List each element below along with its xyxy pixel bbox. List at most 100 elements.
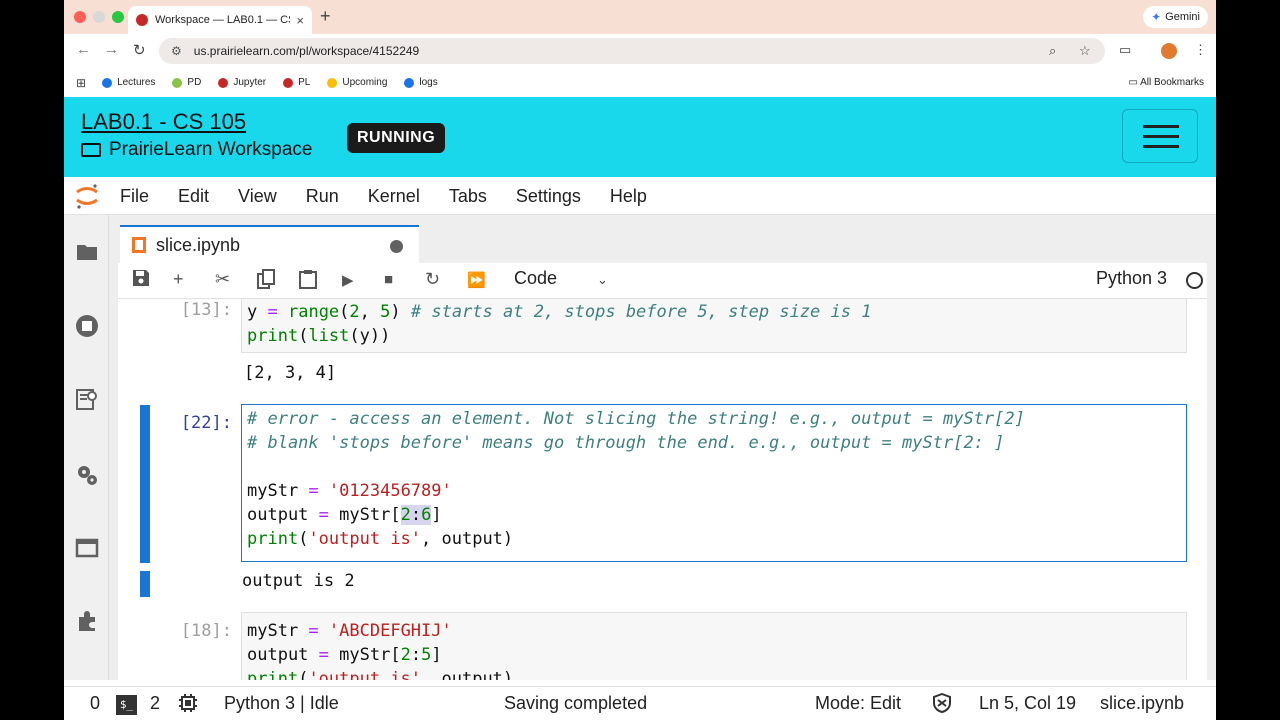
copy-icon[interactable] [257, 269, 275, 294]
run-icon[interactable]: ▶ [342, 271, 354, 289]
cast-icon[interactable]: ▭ [1119, 42, 1131, 58]
workspace-subtitle-text: PrairieLearn Workspace [109, 139, 313, 160]
reload-icon[interactable]: ↻ [133, 41, 146, 59]
bookmark-label: logs [419, 77, 438, 88]
notebook-file-tab[interactable]: slice.ipynb [120, 225, 419, 263]
notebook-toolbar: + ✂ ▶ ■ ↻ ⏩ Code ⌄ Python 3 [118, 263, 1207, 299]
cell-type-value: Code [514, 268, 558, 288]
document-area: slice.ipynb + ✂ ▶ ■ ↻ ⏩ Code ⌄ Python 3 … [109, 215, 1216, 680]
code-editor[interactable]: myStr = 'ABCDEFGHIJ' output = myStr[2:5]… [241, 612, 1187, 680]
tab-close-icon[interactable]: × [296, 13, 304, 28]
trust-shield-icon[interactable] [932, 692, 952, 718]
menu-file[interactable]: File [120, 186, 149, 207]
status-filename: slice.ipynb [1100, 693, 1185, 713]
menu-run[interactable]: Run [306, 186, 339, 207]
maximize-window-button[interactable] [112, 11, 124, 23]
bookmark-star-icon[interactable]: ☆ [1079, 43, 1091, 59]
url-text[interactable]: us.prairielearn.com/pl/workspace/4152249 [194, 44, 419, 58]
output-collapser[interactable] [140, 571, 150, 597]
property-inspector-gear-icon[interactable] [75, 463, 99, 487]
jupyter-logo-icon [76, 184, 98, 209]
prairielearn-header: LAB0.1 - CS 105 PrairieLearn Workspace R… [64, 97, 1216, 177]
unsaved-dot-icon[interactable] [390, 240, 403, 253]
extension-manager-icon[interactable] [75, 609, 99, 633]
notebook-panel: + ✂ ▶ ■ ↻ ⏩ Code ⌄ Python 3 [13]: y = ra… [118, 263, 1207, 680]
menu-kernel[interactable]: Kernel [368, 186, 420, 207]
hamburger-line [1143, 135, 1179, 138]
browser-tab-title: Workspace — LAB0.1 — CS 10 [155, 14, 290, 26]
close-window-button[interactable] [74, 11, 86, 23]
hamburger-line [1143, 145, 1179, 148]
bookmark-label: PD [187, 77, 202, 88]
browser-tab[interactable]: Workspace — LAB0.1 — CS 10 × [128, 6, 312, 34]
pl-favicon-icon [283, 77, 294, 88]
notebook-cells[interactable]: [13]: y = range(2, 5) # starts at 2, sto… [118, 299, 1207, 680]
kernel-count[interactable]: 2 [150, 693, 160, 714]
add-cell-icon[interactable]: + [173, 269, 184, 290]
site-info-icon[interactable]: ⚙ [171, 44, 182, 58]
tabs-panel-icon[interactable] [75, 536, 99, 560]
menu-tabs[interactable]: Tabs [449, 186, 487, 207]
status-bar: 0 $_ 2 Python 3 | Idle Saving completed … [64, 686, 1216, 720]
browser-menu-icon[interactable]: ⋮ [1194, 42, 1207, 58]
kernel-status-icon [1186, 272, 1203, 289]
hamburger-menu-button[interactable] [1122, 109, 1198, 163]
bookmark-label: Jupyter [233, 77, 267, 88]
course-title-link[interactable]: LAB0.1 - CS 105 [81, 109, 246, 135]
menu-help[interactable]: Help [610, 186, 647, 207]
folder-icon: ▭ [1128, 77, 1141, 88]
jupyter-menubar: File Edit View Run Kernel Tabs Settings … [64, 177, 1216, 215]
gemini-button[interactable]: ✦ Gemini [1143, 6, 1208, 28]
cursor-position[interactable]: Ln 5, Col 19 [979, 693, 1076, 714]
fast-forward-icon[interactable]: ⏩ [467, 271, 486, 289]
pear-icon [172, 77, 183, 88]
code-editor-active[interactable]: # error - access an element. Not slicing… [241, 404, 1187, 562]
stop-icon[interactable]: ■ [384, 271, 393, 288]
gemini-label: Gemini [1165, 11, 1200, 23]
browser-tab-bar: Workspace — LAB0.1 — CS 10 × + ✦ Gemini [64, 0, 1216, 34]
notebook-icon [132, 237, 146, 253]
new-tab-button[interactable]: + [320, 6, 331, 27]
zoom-icon[interactable]: ⌕ [1049, 43, 1056, 59]
bookmark-pl[interactable]: PL [283, 77, 310, 88]
bookmark-jupyter[interactable]: Jupyter [218, 77, 266, 88]
all-bookmarks-label: All Bookmarks [1140, 77, 1204, 88]
minimize-window-button[interactable] [93, 11, 105, 23]
jupyter-favicon-icon [218, 77, 229, 88]
active-cell-collapser[interactable] [140, 405, 150, 563]
menu-settings[interactable]: Settings [516, 186, 581, 207]
bookmark-pd[interactable]: PD [172, 77, 201, 88]
terminal-count[interactable]: 0 [90, 693, 100, 714]
paste-icon[interactable] [299, 269, 317, 294]
bookmark-lectures[interactable]: Lectures [102, 77, 155, 88]
site-favicon-icon [136, 14, 148, 26]
save-icon[interactable] [132, 269, 150, 292]
kernel-name[interactable]: Python 3 [1096, 268, 1167, 289]
back-icon[interactable]: ← [76, 41, 91, 58]
forward-icon[interactable]: → [104, 41, 119, 58]
code-editor[interactable]: y = range(2, 5) # starts at 2, stops bef… [241, 299, 1187, 353]
restart-icon[interactable]: ↻ [425, 269, 440, 290]
bookmark-upcoming[interactable]: Upcoming [327, 77, 387, 88]
running-kernels-icon[interactable] [75, 314, 99, 338]
editor-mode[interactable]: Mode: Edit [815, 693, 901, 714]
save-status-message: Saving completed [504, 693, 648, 713]
left-sidebar [64, 215, 109, 680]
bookmarks-bar: ⊞ Lectures PD Jupyter PL Upcoming logs ▭… [64, 68, 1216, 97]
apps-grid-icon[interactable]: ⊞ [76, 76, 86, 90]
drive-icon [404, 77, 415, 88]
kernel-state[interactable]: Python 3 | Idle [224, 693, 339, 714]
kernel-cpu-icon [178, 693, 198, 718]
bookmark-logs[interactable]: logs [404, 77, 438, 88]
command-palette-icon[interactable] [75, 387, 99, 411]
all-bookmarks[interactable]: ▭ All Bookmarks [1128, 77, 1204, 88]
profile-avatar[interactable] [1161, 43, 1177, 59]
folder-icon[interactable] [75, 240, 99, 264]
bookmark-label: PL [298, 77, 311, 88]
cell-type-dropdown[interactable]: Code ⌄ [514, 268, 608, 289]
cut-icon[interactable]: ✂ [215, 269, 230, 290]
address-bar[interactable]: ⚙ us.prairielearn.com/pl/workspace/41522… [159, 38, 1105, 64]
menu-edit[interactable]: Edit [178, 186, 209, 207]
menu-view[interactable]: View [238, 186, 277, 207]
cell-prompt: [18]: [180, 621, 232, 641]
